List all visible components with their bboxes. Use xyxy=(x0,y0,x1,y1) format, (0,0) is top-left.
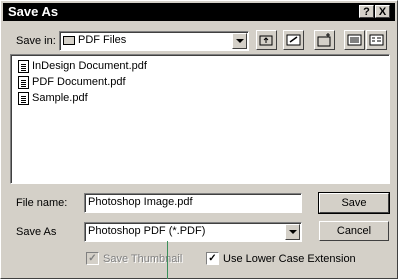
save-as-dialog: Save As ? X Save in: PDF Files InDesign … xyxy=(0,0,398,279)
pdf-file-icon xyxy=(18,60,29,73)
window-title: Save As xyxy=(8,4,59,19)
new-folder-button[interactable] xyxy=(314,30,335,50)
lower-case-label[interactable]: Use Lower Case Extension xyxy=(223,253,356,265)
pdf-file-icon xyxy=(18,76,29,89)
cancel-button[interactable]: Cancel xyxy=(319,221,389,241)
up-folder-icon xyxy=(259,35,273,46)
close-button[interactable]: X xyxy=(375,5,390,18)
pdf-file-icon xyxy=(18,92,29,105)
file-name-label: File name: xyxy=(16,197,68,209)
save-in-dropdown[interactable]: PDF Files xyxy=(59,31,249,51)
help-button[interactable]: ? xyxy=(359,5,374,18)
list-view-icon xyxy=(347,34,362,46)
pointer-line xyxy=(167,241,168,279)
file-name-field[interactable]: Photoshop Image.pdf xyxy=(84,193,302,213)
desktop-icon xyxy=(286,34,301,46)
chevron-down-icon[interactable] xyxy=(285,224,300,240)
save-in-label-text: Save in: xyxy=(16,35,56,47)
file-list[interactable]: InDesign Document.pdf PDF Document.pdf S… xyxy=(10,54,390,184)
save-thumbnail-label: Save Thumbnail xyxy=(103,253,183,265)
save-in-value: PDF Files xyxy=(78,34,127,46)
chevron-down-icon[interactable] xyxy=(232,33,247,49)
save-thumbnail-checkbox: ✓ xyxy=(86,252,99,265)
new-folder-icon xyxy=(317,33,331,47)
folder-icon xyxy=(63,36,75,45)
details-view-button[interactable] xyxy=(366,30,387,50)
save-as-label: Save As xyxy=(16,226,57,238)
save-in-label: Save in: xyxy=(16,35,56,47)
file-name: InDesign Document.pdf xyxy=(32,60,147,72)
up-one-level-button[interactable] xyxy=(256,30,277,50)
list-view-button[interactable] xyxy=(344,30,365,50)
cancel-button-label: Cancel xyxy=(336,225,372,237)
save-as-value: Photoshop PDF (*.PDF) xyxy=(88,225,206,237)
file-name-value: Photoshop Image.pdf xyxy=(88,196,193,208)
save-button-label: Save xyxy=(341,197,367,209)
file-name: Sample.pdf xyxy=(32,92,88,104)
save-button[interactable]: Save xyxy=(318,192,390,214)
details-view-icon xyxy=(369,34,384,46)
file-name: PDF Document.pdf xyxy=(32,76,126,88)
desktop-button[interactable] xyxy=(283,30,304,50)
title-bar[interactable]: Save As ? X xyxy=(3,3,395,21)
lower-case-checkbox[interactable]: ✓ xyxy=(206,252,219,265)
save-as-dropdown[interactable]: Photoshop PDF (*.PDF) xyxy=(84,222,302,242)
